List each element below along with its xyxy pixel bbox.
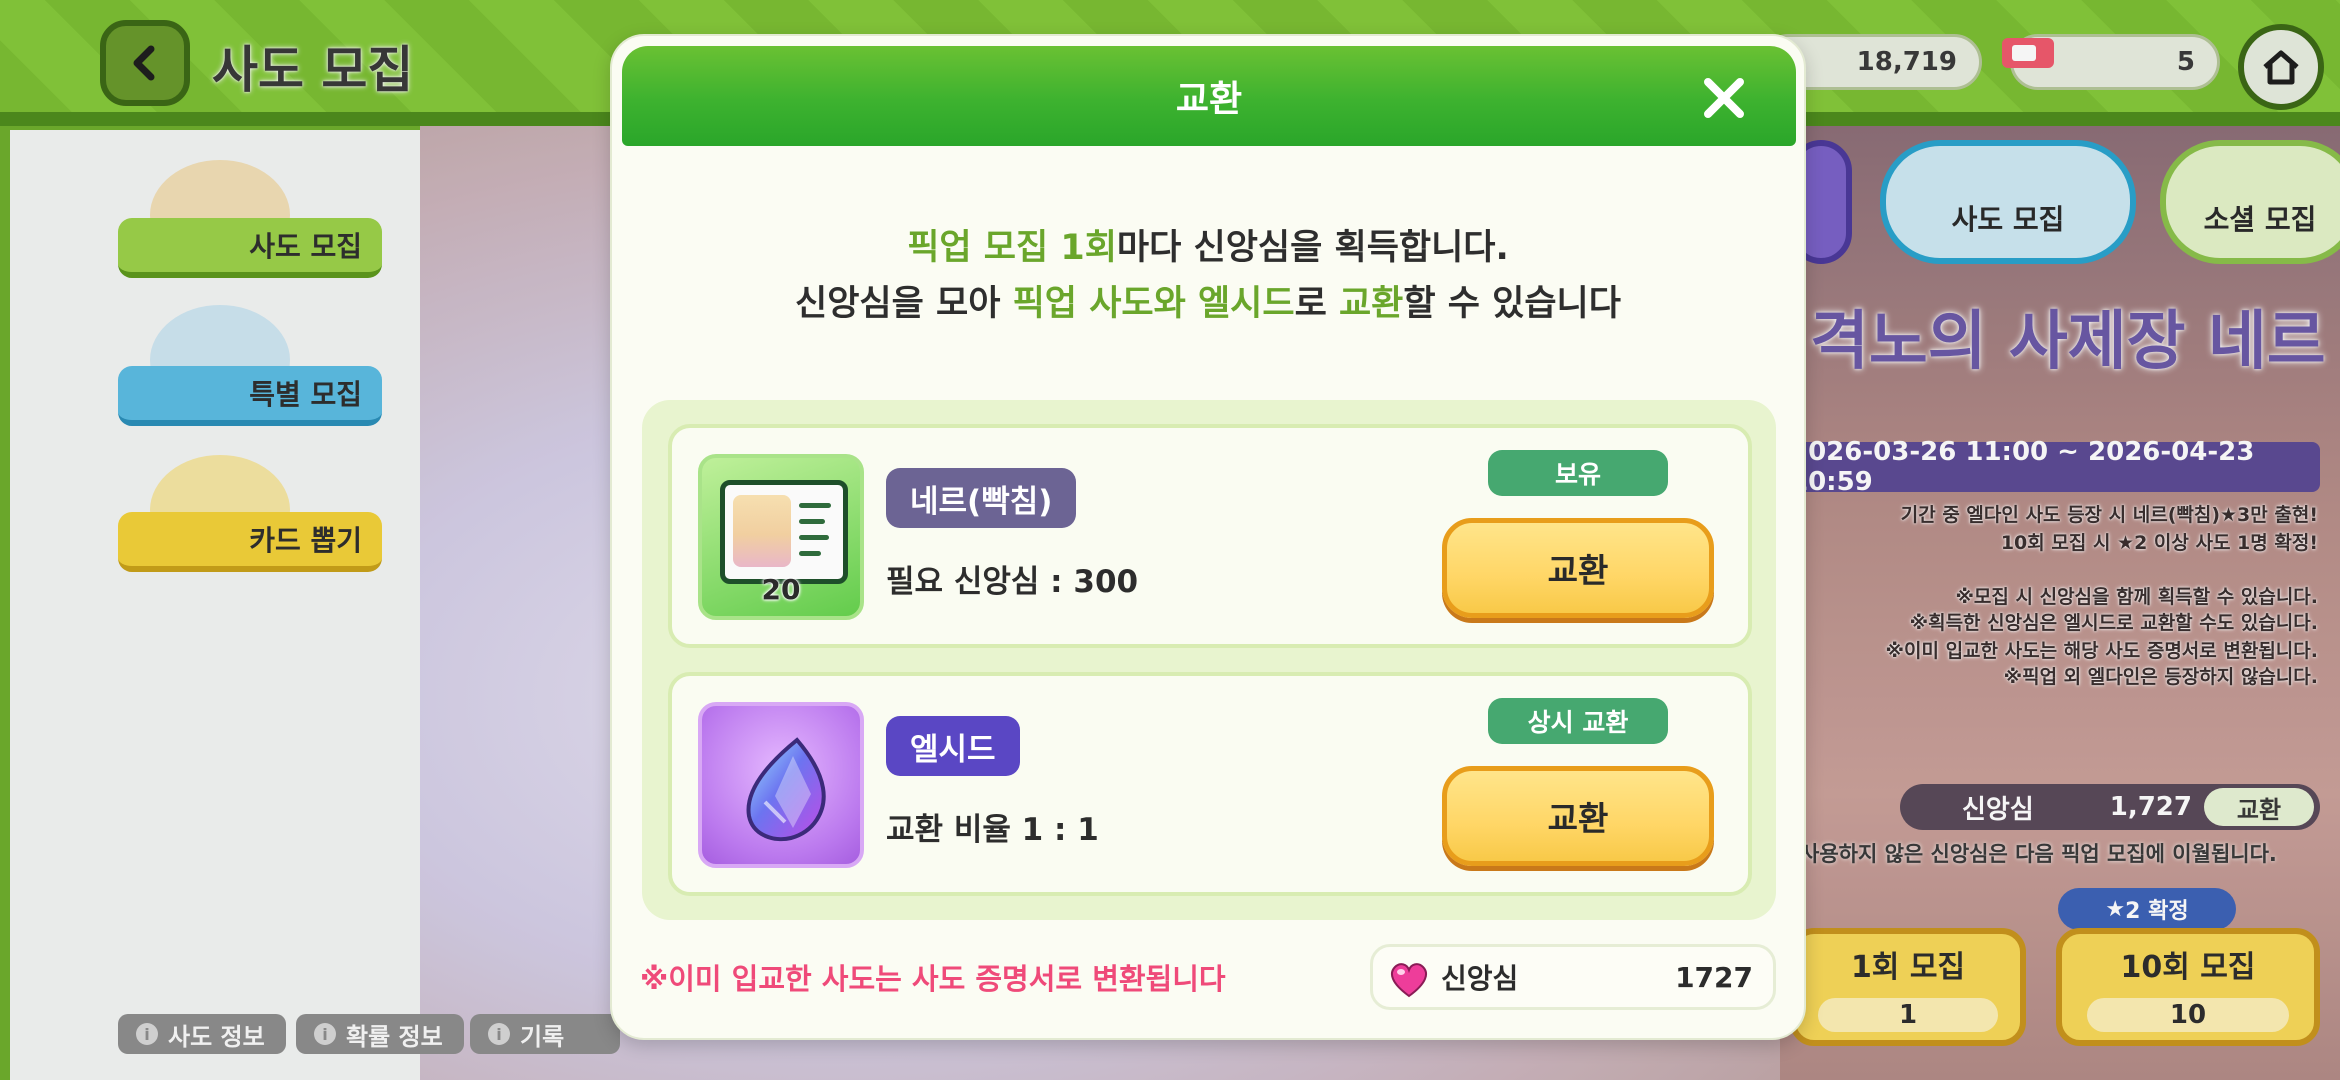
exchange-list: 20 네르(빡침) 필요 신앙심 : 300 보유 교환 엘시드 교환 비율 1…	[642, 400, 1776, 920]
elseed-thumbnail	[698, 702, 864, 868]
item-requirement: 필요 신앙심 : 300	[886, 564, 1139, 600]
exchange-item-elseed: 엘시드 교환 비율 1 : 1 상시 교환 교환	[668, 672, 1752, 896]
modal-title: 교환	[1175, 79, 1243, 120]
exchange-button[interactable]: 교환	[1442, 518, 1714, 618]
owned-value: 1727	[1675, 960, 1753, 994]
portrait	[733, 495, 791, 567]
description-line-2: 신앙심을 모아 픽업 사도와 엘시드로 교환할 수 있습니다	[612, 276, 1804, 332]
description-text: 신앙심을 모아	[795, 284, 1013, 324]
card-line	[799, 519, 825, 524]
close-button[interactable]	[1696, 70, 1752, 126]
description-text: 할 수 있습니다	[1403, 284, 1621, 324]
exchange-button[interactable]: 교환	[1442, 766, 1714, 866]
item-requirement: 교환 비율 1 : 1	[886, 812, 1099, 848]
heart-icon	[1391, 963, 1427, 998]
item-count: 20	[761, 573, 801, 606]
apostle-certificate-thumbnail: 20	[698, 454, 864, 620]
card-line	[799, 551, 821, 556]
gem-icon	[746, 737, 826, 842]
description-line-1: 픽업 모집 1회마다 신앙심을 획득합니다.	[612, 220, 1804, 276]
status-badge: 상시 교환	[1488, 698, 1668, 744]
highlight-text: 픽업 모집 1회	[907, 228, 1117, 268]
certificate-card-icon	[720, 480, 848, 584]
close-icon	[1704, 78, 1744, 118]
description-text: 마다 신앙심을 획득합니다.	[1116, 228, 1509, 268]
exchange-modal: 교환 픽업 모집 1회마다 신앙심을 획득합니다. 신앙심을 모아 픽업 사도와…	[610, 34, 1806, 1040]
item-name: 엘시드	[886, 716, 1020, 776]
item-name: 네르(빡침)	[886, 468, 1077, 528]
warning-text: ※이미 입교한 사도는 사도 증명서로 변환됩니다	[640, 962, 1226, 996]
card-line	[799, 535, 829, 540]
highlight-text: 교환	[1338, 284, 1404, 324]
description-text: 로	[1294, 284, 1339, 324]
owned-faith: 신앙심 1727	[1370, 944, 1776, 1010]
status-badge: 보유	[1488, 450, 1668, 496]
modal-description: 픽업 모집 1회마다 신앙심을 획득합니다. 신앙심을 모아 픽업 사도와 엘시…	[612, 220, 1804, 332]
highlight-text: 픽업 사도와 엘시드	[1012, 284, 1295, 324]
exchange-item-nere: 20 네르(빡침) 필요 신앙심 : 300 보유 교환	[668, 424, 1752, 648]
card-line	[799, 503, 831, 508]
modal-header: 교환	[622, 46, 1796, 146]
owned-label: 신앙심	[1441, 962, 1519, 995]
